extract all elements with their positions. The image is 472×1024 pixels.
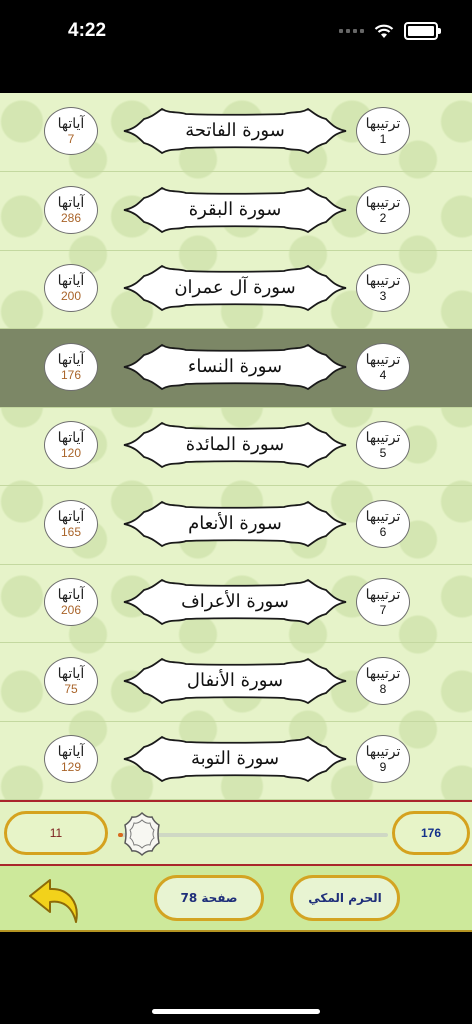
ayat-count: 176 xyxy=(60,367,82,382)
order-badge: ترتيبها 3 xyxy=(356,264,410,312)
surah-name-banner: سورة الأنفال xyxy=(122,655,348,707)
ayat-label: آياتها xyxy=(57,744,85,760)
surah-list: آياتها 7 سورة الفاتحة ترتيبها 1 آياتها 286 سورة… xyxy=(0,93,472,800)
order-number: 9 xyxy=(379,760,387,774)
ayat-count: 7 xyxy=(67,132,75,146)
surah-name-banner: سورة الأنعام xyxy=(122,498,348,550)
status-time: 4:22 xyxy=(68,20,107,41)
ayat-label: آياتها xyxy=(57,116,85,132)
ayat-count-badge: آياتها 176 xyxy=(44,342,98,391)
surah-row[interactable]: آياتها 7 سورة الفاتحة ترتيبها 1 xyxy=(0,93,472,172)
order-label: ترتيبها xyxy=(365,351,401,368)
surah-row[interactable]: آياتها 176 سورة النساء ترتيبها 4 xyxy=(0,328,472,408)
surah-name-banner: سورة آل عمران xyxy=(122,262,348,314)
order-badge: ترتيبها 5 xyxy=(356,421,410,469)
order-label: ترتيبها xyxy=(365,273,401,289)
order-badge: ترتيبها 6 xyxy=(356,499,410,548)
surah-name-banner: سورة المائدة xyxy=(122,419,348,471)
ayat-count: 206 xyxy=(60,603,82,617)
order-number: 8 xyxy=(379,681,387,696)
ayat-count: 129 xyxy=(60,760,82,774)
order-badge: ترتيبها 8 xyxy=(356,656,410,705)
order-label: ترتيبها xyxy=(365,194,401,211)
surah-name: سورة الأعراف xyxy=(181,591,289,612)
wifi-icon xyxy=(374,24,394,38)
page-slider-panel: 11 176 xyxy=(0,800,472,866)
order-number: 5 xyxy=(379,446,387,460)
ayat-count: 120 xyxy=(60,446,82,460)
surah-name: سورة البقرة xyxy=(188,198,282,220)
order-label: ترتيبها xyxy=(365,665,401,682)
surah-name-banner: سورة الفاتحة xyxy=(122,105,348,157)
surah-row[interactable]: آياتها 129 سورة التوبة ترتيبها 9 xyxy=(0,721,472,800)
ayat-count-badge: آياتها 120 xyxy=(44,421,98,469)
ayat-count: 75 xyxy=(64,681,78,696)
ayat-count: 165 xyxy=(60,524,82,539)
surah-name: سورة الأنفال xyxy=(186,669,284,691)
order-number: 6 xyxy=(379,524,387,539)
ayat-count-badge: آياتها 286 xyxy=(44,185,98,234)
ayat-count: 286 xyxy=(60,210,82,225)
surah-row[interactable]: آياتها 286 سورة البقرة ترتيبها 2 xyxy=(0,172,472,251)
surah-name: سورة النساء xyxy=(187,355,283,377)
back-arrow-icon[interactable] xyxy=(26,872,84,926)
surah-name-banner: سورة البقرة xyxy=(122,184,348,236)
haram-mecca-button[interactable]: الحرم المكي xyxy=(290,875,400,921)
ayat-label: آياتها xyxy=(57,194,85,211)
order-badge: ترتيبها 2 xyxy=(356,185,410,234)
ayat-count-badge: آياتها 206 xyxy=(44,578,98,626)
ayat-label: آياتها xyxy=(57,351,85,368)
surah-name: سورة المائدة xyxy=(185,434,285,455)
ayat-count-badge: آياتها 7 xyxy=(44,107,98,155)
surah-name-banner: سورة التوبة xyxy=(122,733,348,785)
order-label: ترتيبها xyxy=(365,508,401,525)
order-number: 3 xyxy=(379,289,387,303)
surah-name: سورة الأنعام xyxy=(188,512,282,534)
order-label: ترتيبها xyxy=(365,587,401,603)
surah-row[interactable]: آياتها 200 سورة آل عمران ترتيبها 3 xyxy=(0,250,472,329)
surah-name: سورة التوبة xyxy=(190,748,280,769)
order-badge: ترتيبها 4 xyxy=(356,342,410,391)
ayat-count-badge: آياتها 200 xyxy=(44,264,98,312)
surah-row[interactable]: آياتها 206 سورة الأعراف ترتيبها 7 xyxy=(0,564,472,643)
order-number: 7 xyxy=(379,603,387,617)
status-bar: 4:22 xyxy=(0,0,472,64)
slider-min-value: 11 xyxy=(4,811,108,855)
ayat-label: آياتها xyxy=(57,587,85,603)
ayat-label: آياتها xyxy=(57,665,85,682)
surah-row[interactable]: آياتها 165 سورة الأنعام ترتيبها 6 xyxy=(0,486,472,565)
order-badge: ترتيبها 1 xyxy=(356,107,410,155)
ayat-count-badge: آياتها 129 xyxy=(44,735,98,783)
page-number-button[interactable]: صفحة 78 xyxy=(154,875,264,921)
surah-name: سورة الفاتحة xyxy=(185,120,285,141)
order-badge: ترتيبها 7 xyxy=(356,578,410,626)
slider-thumb-icon[interactable] xyxy=(121,811,163,857)
bottom-toolbar: صفحة 78 الحرم المكي xyxy=(0,866,472,932)
ayat-label: آياتها xyxy=(57,430,85,446)
order-label: ترتيبها xyxy=(365,430,401,446)
ayat-count-badge: آياتها 165 xyxy=(44,499,98,548)
surah-name-banner: سورة الأعراف xyxy=(122,576,348,628)
surah-row[interactable]: آياتها 120 سورة المائدة ترتيبها 5 xyxy=(0,407,472,486)
ayat-label: آياتها xyxy=(57,273,85,289)
surah-row[interactable]: آياتها 75 سورة الأنفال ترتيبها 8 xyxy=(0,643,472,722)
status-icons xyxy=(339,22,441,40)
order-number: 2 xyxy=(379,210,387,225)
cellular-signal-icon xyxy=(339,29,364,33)
order-number: 1 xyxy=(379,132,387,146)
slider-max-value: 176 xyxy=(392,811,470,855)
order-number: 4 xyxy=(379,367,387,382)
surah-name-banner: سورة النساء xyxy=(122,341,348,393)
order-label: ترتيبها xyxy=(365,744,401,760)
battery-icon xyxy=(404,22,441,40)
home-indicator xyxy=(152,1009,320,1014)
order-label: ترتيبها xyxy=(365,116,401,132)
ayat-label: آياتها xyxy=(57,508,85,525)
ayat-count-badge: آياتها 75 xyxy=(44,656,98,705)
surah-name: سورة آل عمران xyxy=(174,277,296,298)
ayat-count: 200 xyxy=(60,289,82,303)
order-badge: ترتيبها 9 xyxy=(356,735,410,783)
